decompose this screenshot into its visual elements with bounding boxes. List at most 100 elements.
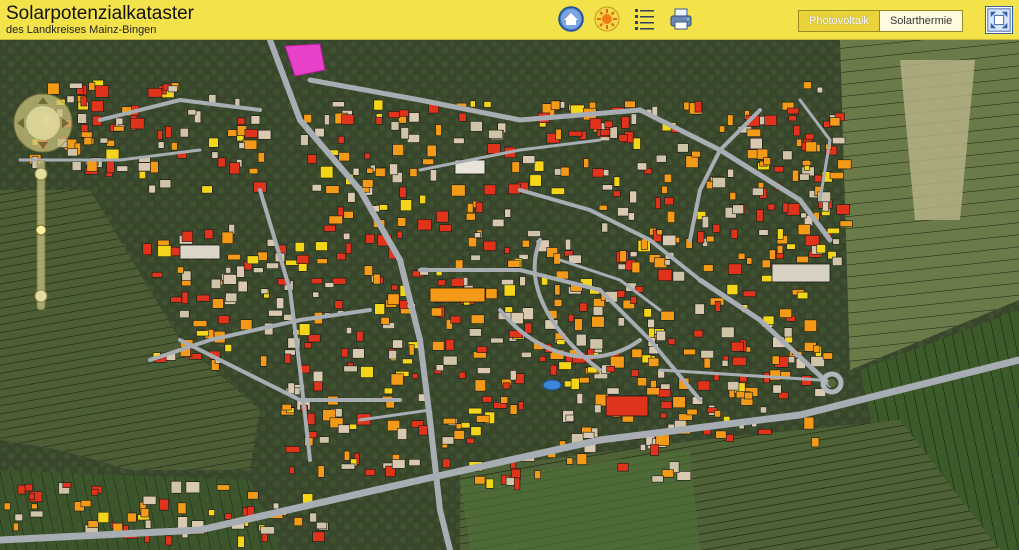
building-roof[interactable] bbox=[116, 165, 129, 172]
building-roof[interactable] bbox=[465, 212, 476, 221]
building-roof[interactable] bbox=[732, 356, 747, 367]
building-roof[interactable] bbox=[453, 430, 465, 440]
building-roof[interactable] bbox=[210, 278, 221, 289]
building-roof[interactable] bbox=[328, 215, 343, 225]
building-roof[interactable] bbox=[212, 298, 224, 309]
building-roof[interactable] bbox=[511, 161, 520, 173]
building-roof[interactable] bbox=[272, 502, 280, 510]
building-roof[interactable] bbox=[568, 130, 583, 137]
building-roof[interactable] bbox=[106, 161, 115, 174]
building-roof[interactable] bbox=[466, 203, 474, 214]
building-roof[interactable] bbox=[799, 173, 810, 181]
building-roof[interactable] bbox=[503, 284, 516, 297]
building-roof[interactable] bbox=[574, 318, 583, 331]
building-roof[interactable] bbox=[579, 302, 588, 312]
building-roof[interactable] bbox=[837, 159, 852, 170]
building-roof[interactable] bbox=[550, 100, 561, 111]
building-roof[interactable] bbox=[450, 315, 462, 324]
building-roof[interactable] bbox=[69, 82, 83, 89]
building-roof[interactable] bbox=[549, 364, 558, 376]
building-roof[interactable] bbox=[331, 101, 345, 108]
building-roof[interactable] bbox=[767, 203, 776, 211]
building-roof[interactable] bbox=[276, 297, 285, 309]
building-roof[interactable] bbox=[450, 278, 464, 287]
building-roof[interactable] bbox=[651, 475, 664, 483]
building-roof[interactable] bbox=[138, 171, 147, 180]
building-roof[interactable] bbox=[803, 319, 817, 332]
building-roof[interactable] bbox=[324, 282, 335, 288]
building-roof[interactable] bbox=[661, 469, 674, 478]
building-roof[interactable] bbox=[637, 377, 647, 387]
building-roof[interactable] bbox=[617, 263, 627, 270]
building-roof[interactable] bbox=[643, 308, 652, 318]
building-roof[interactable] bbox=[783, 327, 793, 339]
building-roof[interactable] bbox=[373, 99, 384, 111]
building-roof[interactable] bbox=[764, 114, 777, 126]
building-roof[interactable] bbox=[142, 243, 152, 256]
building-roof[interactable] bbox=[441, 436, 455, 445]
building-roof[interactable] bbox=[80, 124, 89, 133]
building-roof[interactable] bbox=[250, 115, 261, 125]
building-roof[interactable] bbox=[238, 142, 245, 149]
building-roof[interactable] bbox=[223, 274, 237, 285]
building-roof[interactable] bbox=[170, 480, 182, 494]
building-roof[interactable] bbox=[718, 125, 726, 133]
building-roof[interactable] bbox=[712, 224, 721, 233]
building-roof[interactable] bbox=[553, 298, 563, 307]
building-roof[interactable] bbox=[617, 463, 629, 472]
building-roof[interactable] bbox=[343, 232, 351, 240]
building-roof[interactable] bbox=[293, 517, 303, 527]
building-roof[interactable] bbox=[509, 404, 518, 415]
building-roof[interactable] bbox=[556, 339, 566, 345]
building-roof[interactable] bbox=[257, 129, 272, 140]
building-roof[interactable] bbox=[179, 128, 189, 138]
building-roof[interactable] bbox=[672, 396, 686, 409]
building-roof[interactable] bbox=[400, 199, 412, 212]
building-roof[interactable] bbox=[453, 137, 465, 144]
building-roof[interactable] bbox=[739, 375, 748, 383]
building-roof[interactable] bbox=[555, 128, 562, 140]
building-roof[interactable] bbox=[703, 357, 711, 369]
building-roof[interactable] bbox=[568, 314, 575, 323]
building-roof[interactable] bbox=[534, 470, 541, 480]
building-roof[interactable] bbox=[281, 403, 292, 411]
building-roof[interactable] bbox=[315, 241, 328, 251]
building-roof[interactable] bbox=[285, 259, 299, 266]
building-roof[interactable] bbox=[165, 535, 173, 546]
building-roof[interactable] bbox=[691, 150, 701, 158]
building-roof[interactable] bbox=[630, 113, 637, 125]
building-roof[interactable] bbox=[346, 327, 352, 334]
building-roof[interactable] bbox=[483, 101, 492, 108]
building-roof[interactable] bbox=[829, 117, 841, 127]
building-roof[interactable] bbox=[170, 296, 182, 303]
building-roof[interactable] bbox=[325, 185, 340, 194]
building-roof[interactable] bbox=[832, 137, 846, 145]
building-roof[interactable] bbox=[319, 436, 330, 444]
building-roof[interactable] bbox=[801, 160, 812, 166]
building-roof[interactable] bbox=[746, 128, 762, 137]
building-roof[interactable] bbox=[711, 177, 726, 188]
building-roof[interactable] bbox=[476, 415, 490, 423]
building-roof[interactable] bbox=[649, 444, 659, 456]
building-roof[interactable] bbox=[533, 160, 545, 172]
building-roof[interactable] bbox=[268, 309, 283, 317]
building-roof[interactable] bbox=[509, 370, 517, 381]
building-roof[interactable] bbox=[476, 345, 488, 353]
building-roof[interactable] bbox=[246, 255, 259, 265]
building-roof[interactable] bbox=[592, 306, 604, 316]
building-roof[interactable] bbox=[470, 254, 481, 261]
building-roof[interactable] bbox=[519, 276, 526, 287]
building-roof[interactable] bbox=[460, 422, 471, 429]
zoom-slider[interactable] bbox=[30, 160, 52, 310]
building-roof[interactable] bbox=[701, 216, 710, 229]
building-roof[interactable] bbox=[341, 114, 355, 125]
building-roof[interactable] bbox=[714, 300, 721, 312]
building-roof[interactable] bbox=[312, 370, 324, 382]
building-roof[interactable] bbox=[490, 337, 504, 344]
building-roof[interactable] bbox=[323, 224, 336, 232]
building-roof[interactable] bbox=[763, 157, 771, 166]
building-roof[interactable] bbox=[221, 231, 234, 244]
building-roof[interactable] bbox=[566, 457, 574, 465]
building-roof[interactable] bbox=[99, 137, 109, 144]
building-roof[interactable] bbox=[600, 129, 611, 136]
